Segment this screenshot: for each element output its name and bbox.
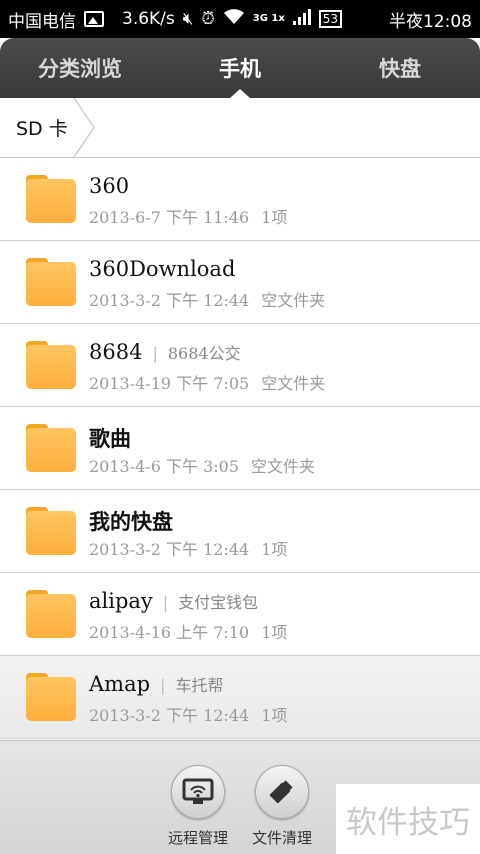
clock: 半夜12:08 [389, 11, 472, 32]
file-info: 空文件夹 [261, 291, 326, 310]
folder-icon [26, 424, 76, 472]
file-cleanup-label: 文件清理 [251, 829, 312, 847]
file-name: Amap [89, 672, 151, 696]
folder-icon [26, 175, 76, 223]
file-description: 车托帮 [175, 676, 224, 695]
separator: | [152, 344, 158, 363]
list-item[interactable]: 360Download 2013-3-2 下午 12:44 空文件夹 [0, 241, 480, 324]
alarm-icon: ⏰︎ [201, 9, 215, 29]
status-bar: 中国电信 3.6K/s 🔇︎ ⏰︎ 3G 1x 53 半夜12:08 [0, 0, 480, 38]
file-list: 360 2013-6-7 下午 11:46 1项 360Download 2013… [0, 158, 480, 739]
network-type: 3G 1x [252, 13, 285, 24]
file-date: 2013-3-2 下午 12:44 [89, 291, 250, 310]
remote-manage-label: 远程管理 [167, 829, 228, 847]
file-name: 360 [89, 174, 130, 198]
list-item[interactable]: Amap | 车托帮 2013-3-2 下午 12:44 1项 [0, 656, 480, 739]
file-info: 空文件夹 [261, 374, 326, 393]
list-item[interactable]: alipay | 支付宝钱包 2013-4-16 上午 7:10 1项 [0, 573, 480, 656]
image-notification-icon [84, 11, 104, 27]
file-date: 2013-4-19 下午 7:05 [89, 374, 250, 393]
brush-icon [255, 765, 309, 819]
folder-icon [26, 507, 76, 555]
tab-category-browse[interactable]: 分类浏览 [0, 38, 160, 98]
list-item[interactable]: 360 2013-6-7 下午 11:46 1项 [0, 158, 480, 241]
tab-phone[interactable]: 手机 [160, 38, 320, 98]
network-speed: 3.6K/s [122, 9, 175, 29]
file-name: 360Download [89, 257, 236, 281]
list-item[interactable]: 我的快盘 2013-3-2 下午 12:44 1项 [0, 490, 480, 573]
file-info: 1项 [261, 208, 288, 227]
file-description: 8684公交 [167, 344, 241, 363]
separator: | [160, 676, 166, 695]
battery-icon: 53 [318, 10, 343, 28]
monitor-wifi-icon [171, 765, 225, 819]
separator: | [162, 593, 169, 612]
file-date: 2013-4-6 下午 3:05 [89, 457, 239, 476]
file-name: 8684 [89, 340, 143, 364]
folder-icon [26, 258, 76, 306]
wifi-icon [223, 8, 245, 30]
tab-bar: 分类浏览 手机 快盘 [0, 38, 480, 98]
file-info: 空文件夹 [251, 457, 316, 476]
file-info: 1项 [261, 540, 288, 559]
file-info: 1项 [261, 623, 288, 642]
breadcrumb: SD 卡 [0, 98, 480, 158]
mute-icon: 🔇︎ [182, 9, 194, 29]
breadcrumb-chevron-icon [73, 98, 95, 157]
remote-manage-button[interactable]: 远程管理 [158, 765, 238, 848]
file-date: 2013-3-2 下午 12:44 [89, 540, 250, 559]
file-cleanup-button[interactable]: 文件清理 [242, 765, 322, 848]
file-name: 我的快盘 [89, 509, 173, 534]
file-name: 歌曲 [89, 426, 131, 451]
file-description: 支付宝钱包 [178, 593, 259, 612]
watermark: 软件技巧 [336, 784, 480, 854]
tab-kuaipan[interactable]: 快盘 [320, 38, 480, 98]
file-info: 1项 [261, 706, 288, 725]
signal-icon [292, 8, 311, 30]
folder-icon [26, 673, 76, 721]
list-item[interactable]: 8684 | 8684公交 2013-4-19 下午 7:05 空文件夹 [0, 324, 480, 407]
folder-icon [26, 590, 76, 638]
file-date: 2013-4-16 上午 7:10 [89, 623, 250, 642]
list-item[interactable]: 歌曲 2013-4-6 下午 3:05 空文件夹 [0, 407, 480, 490]
file-date: 2013-6-7 下午 11:46 [89, 208, 250, 227]
carrier-label: 中国电信 [8, 11, 76, 32]
folder-icon [26, 341, 76, 389]
file-date: 2013-3-2 下午 12:44 [89, 706, 250, 725]
file-name: alipay [89, 589, 153, 613]
